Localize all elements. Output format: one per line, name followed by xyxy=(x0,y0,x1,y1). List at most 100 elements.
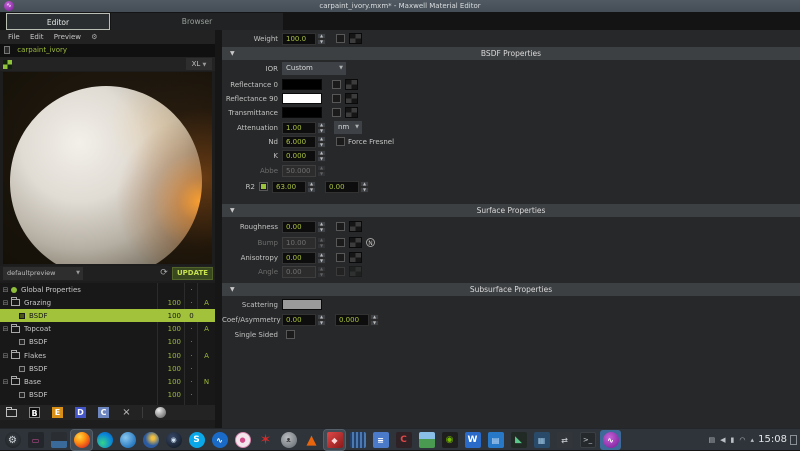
delete-button[interactable]: × xyxy=(121,407,132,418)
volume-tray-icon[interactable]: ◀ xyxy=(720,436,725,444)
weight-map-checkbox[interactable] xyxy=(336,34,345,43)
bump-map-checkbox[interactable] xyxy=(336,238,345,247)
r2-value2-input[interactable]: 0.00 xyxy=(325,181,359,193)
refresh-preview-icon[interactable]: ⟳ xyxy=(158,267,170,280)
edge-browser-icon[interactable] xyxy=(94,430,115,450)
roughness-texture-slot-icon[interactable] xyxy=(349,221,362,232)
tree-row-global-properties[interactable]: ⊟Global Properties· xyxy=(0,283,215,296)
tree-row-base[interactable]: ⊟Base100·N xyxy=(0,375,215,388)
anisotropy-map-checkbox[interactable] xyxy=(336,253,345,262)
tree-row-bsdf[interactable]: BSDF100· xyxy=(0,389,215,402)
preview-scene-dropdown[interactable]: defaultpreview▼ xyxy=(3,267,83,280)
menu-file[interactable]: File xyxy=(8,33,20,41)
r2-enable-checkbox[interactable] xyxy=(259,182,268,191)
layer-c-button[interactable]: C xyxy=(98,407,109,418)
gimp-icon[interactable]: ᴥ xyxy=(278,430,299,450)
tree-row-bsdf[interactable]: BSDF100· xyxy=(0,362,215,375)
weight-input[interactable]: 100.0 xyxy=(282,33,316,45)
skype-icon[interactable]: S xyxy=(186,430,207,450)
scattering-color-swatch[interactable] xyxy=(282,299,322,310)
app-launcher-icon[interactable]: ⚙ xyxy=(2,430,23,450)
thunderbird-icon[interactable] xyxy=(140,430,161,450)
reflectance0-map-checkbox[interactable] xyxy=(332,80,341,89)
texture-checker-icon[interactable] xyxy=(3,60,12,69)
coef-stepper[interactable]: ▲▼ xyxy=(317,314,326,326)
nvidia-settings-icon[interactable]: ◉ xyxy=(439,430,460,450)
bump-texture-slot-icon[interactable] xyxy=(349,237,362,248)
weight-texture-slot-icon[interactable] xyxy=(349,33,362,44)
k-stepper[interactable]: ▲▼ xyxy=(317,150,326,162)
show-desktop-button[interactable] xyxy=(790,435,797,445)
layer-e-button[interactable]: E xyxy=(52,407,63,418)
material-list-item[interactable]: carpaint_ivory xyxy=(0,44,215,57)
image-viewer-icon[interactable] xyxy=(416,430,437,450)
table-app-icon[interactable]: ▦ xyxy=(531,430,552,450)
striped-blue-app-icon[interactable] xyxy=(347,430,368,450)
clock[interactable]: 15:08 xyxy=(758,429,787,451)
reflectance90-map-checkbox[interactable] xyxy=(332,94,341,103)
roughness-map-checkbox[interactable] xyxy=(336,222,345,231)
transmittance-map-checkbox[interactable] xyxy=(332,108,341,117)
attenuation-unit-dropdown[interactable]: nm▼ xyxy=(334,121,362,134)
anisotropy-stepper[interactable]: ▲▼ xyxy=(317,252,326,264)
wire-preview-icon[interactable] xyxy=(178,407,189,418)
surface-section-header[interactable]: ▼ Surface Properties xyxy=(222,204,800,217)
nd-stepper[interactable]: ▲▼ xyxy=(317,136,326,148)
layer-b-button[interactable]: B xyxy=(29,407,40,418)
battery-tray-icon[interactable]: ▮ xyxy=(731,436,735,444)
pink-app-icon[interactable]: ● xyxy=(232,430,253,450)
tree-expander-icon[interactable]: ⊟ xyxy=(0,299,11,307)
coef-input[interactable]: 0.00 xyxy=(282,314,316,326)
steam-icon[interactable]: ◉ xyxy=(163,430,184,450)
force-fresnel-checkbox[interactable] xyxy=(336,137,345,146)
transmittance-color-swatch[interactable] xyxy=(282,107,322,118)
blue-globe-app-icon[interactable] xyxy=(117,430,138,450)
expand-tray-icon[interactable]: ▴ xyxy=(750,436,754,444)
roughness-stepper[interactable]: ▲▼ xyxy=(317,221,326,233)
menu-preview[interactable]: Preview xyxy=(54,33,81,41)
settings-gear-icon[interactable]: ⚙ xyxy=(91,33,97,41)
transmittance-texture-slot-icon[interactable] xyxy=(345,107,358,118)
red-star-app-icon[interactable]: ✶ xyxy=(255,430,276,450)
asymmetry-stepper[interactable]: ▲▼ xyxy=(370,314,379,326)
tree-expander-icon[interactable]: ⊟ xyxy=(0,325,11,333)
dark-c-app-icon[interactable]: C xyxy=(393,430,414,450)
single-sided-checkbox[interactable] xyxy=(286,330,295,339)
w-app-icon[interactable]: W xyxy=(462,430,483,450)
display-settings-icon[interactable]: ▭ xyxy=(25,430,46,450)
clipboard-tray-icon[interactable]: ▤ xyxy=(709,436,716,444)
arrows-app-icon[interactable]: ⇄ xyxy=(554,430,575,450)
tree-row-bsdf[interactable]: BSDF1000 xyxy=(0,309,215,322)
asymmetry-input[interactable]: 0.000 xyxy=(335,314,369,326)
layer-d-button[interactable]: D xyxy=(75,407,86,418)
k-input[interactable]: 0.000 xyxy=(282,150,316,162)
anisotropy-input[interactable]: 0.00 xyxy=(282,252,316,264)
reflectance90-texture-slot-icon[interactable] xyxy=(345,93,358,104)
preview-size-dropdown[interactable]: XL ▼ xyxy=(186,58,212,70)
r2-value1-stepper[interactable]: ▲▼ xyxy=(307,181,316,193)
blue-wave-app-icon[interactable]: ∿ xyxy=(209,430,230,450)
tree-expander-icon[interactable]: ⊟ xyxy=(0,352,11,360)
update-button[interactable]: UPDATE xyxy=(172,267,213,280)
system-monitor-icon[interactable]: ◣ xyxy=(508,430,529,450)
reflectance0-color-swatch[interactable] xyxy=(282,79,322,90)
tree-row-grazing[interactable]: ⊟Grazing100·A xyxy=(0,296,215,309)
tab-editor[interactable]: Editor xyxy=(6,13,110,30)
anisotropy-texture-slot-icon[interactable] xyxy=(349,252,362,263)
tree-row-bsdf[interactable]: BSDF100· xyxy=(0,336,215,349)
maxwell-editor-icon[interactable]: ∿ xyxy=(600,430,621,450)
document-app-icon[interactable]: ≡ xyxy=(370,430,391,450)
r2-value1-input[interactable]: 63.00 xyxy=(272,181,306,193)
ior-dropdown[interactable]: Custom▼ xyxy=(282,62,346,75)
reflectance0-texture-slot-icon[interactable] xyxy=(345,79,358,90)
bsdf-section-header[interactable]: ▼ BSDF Properties xyxy=(222,47,800,60)
vlc-icon[interactable]: ▲ xyxy=(301,430,322,450)
normal-map-toggle-icon[interactable]: N xyxy=(366,238,375,247)
roughness-input[interactable]: 0.00 xyxy=(282,221,316,233)
terminal-icon[interactable]: >_ xyxy=(577,430,598,450)
attenuation-stepper[interactable]: ▲▼ xyxy=(317,122,326,134)
attenuation-input[interactable]: 1.00 xyxy=(282,122,316,134)
studio-app-icon[interactable]: ◆ xyxy=(324,430,345,450)
tree-expander-icon[interactable]: ⊟ xyxy=(0,378,11,386)
tree-expander-icon[interactable]: ⊟ xyxy=(0,286,11,294)
